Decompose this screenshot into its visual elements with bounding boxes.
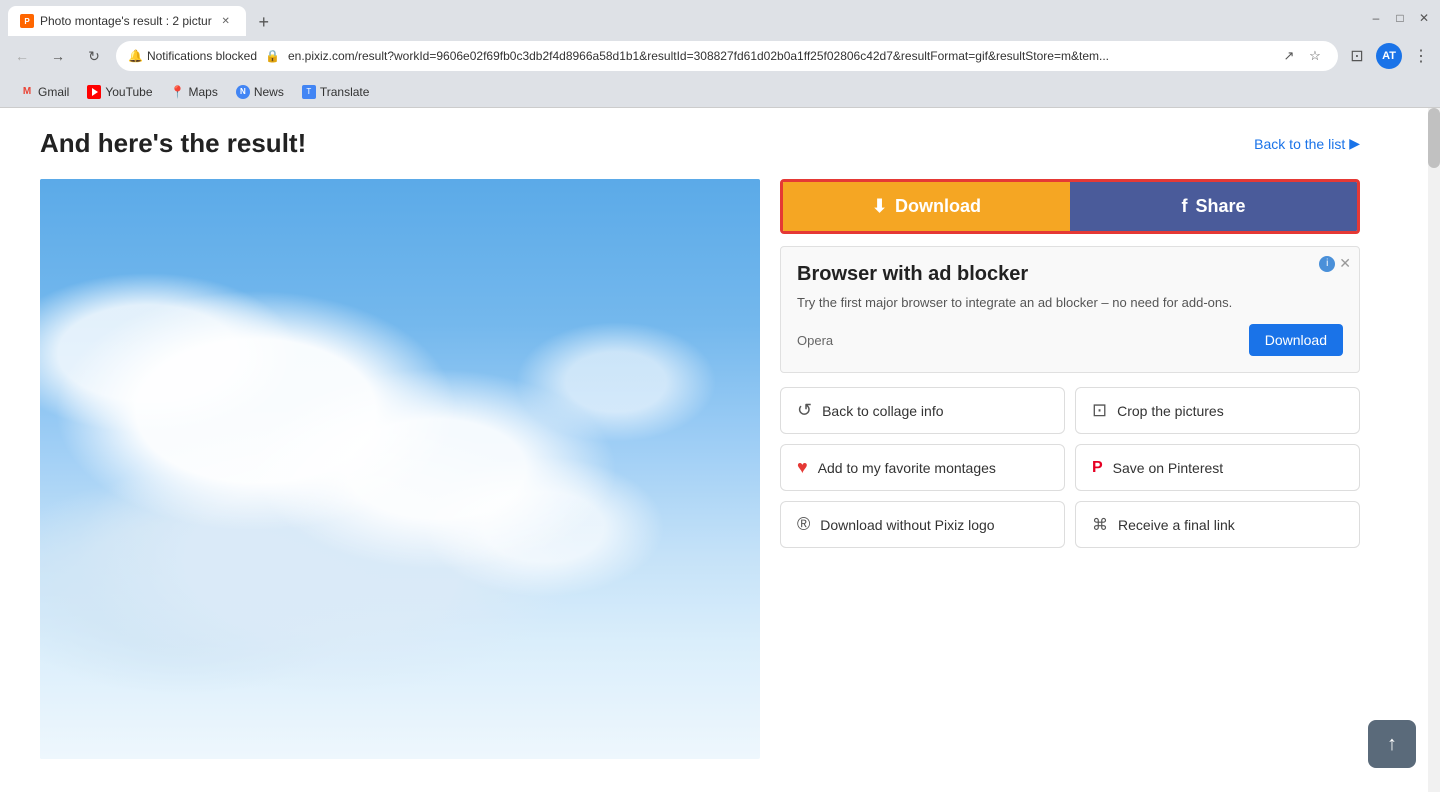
bookmark-youtube[interactable]: YouTube bbox=[79, 82, 160, 102]
bookmark-news[interactable]: N News bbox=[228, 82, 292, 102]
download-button[interactable]: ⬇ Download bbox=[783, 182, 1070, 231]
cloud-background bbox=[40, 179, 760, 759]
window-controls: – □ ✕ bbox=[1368, 10, 1432, 26]
result-image bbox=[40, 179, 760, 759]
lock-icon: 🔒 bbox=[265, 49, 280, 63]
maximize-button[interactable]: □ bbox=[1392, 10, 1408, 26]
profile-button[interactable]: AT bbox=[1376, 43, 1402, 69]
close-window-button[interactable]: ✕ bbox=[1416, 10, 1432, 26]
minimize-button[interactable]: – bbox=[1368, 10, 1384, 26]
page-content: And here's the result! Back to the list … bbox=[0, 108, 1440, 792]
ad-controls: i ✕ bbox=[1319, 255, 1351, 272]
translate-favicon: T bbox=[302, 85, 316, 99]
bell-icon: 🔔 bbox=[128, 49, 143, 63]
page-title: And here's the result! bbox=[40, 128, 306, 159]
tab-close-button[interactable]: ✕ bbox=[218, 13, 234, 29]
share-button[interactable]: f Share bbox=[1070, 182, 1357, 231]
share-label: Share bbox=[1195, 196, 1245, 217]
back-to-collage-label: Back to collage info bbox=[822, 403, 943, 419]
back-button[interactable]: ← bbox=[8, 42, 36, 70]
bookmark-translate[interactable]: T Translate bbox=[294, 82, 378, 102]
main-area: ⬇ Download f Share i ✕ Browser with ad b… bbox=[40, 179, 1360, 759]
back-to-top-icon: ↑ bbox=[1387, 733, 1397, 756]
advertisement-box: i ✕ Browser with ad blocker Try the firs… bbox=[780, 246, 1360, 373]
ad-info-button[interactable]: i bbox=[1319, 256, 1335, 272]
browser-menu-button[interactable]: ⋮ bbox=[1410, 45, 1432, 67]
back-to-list-text: Back to the list bbox=[1254, 136, 1345, 152]
back-to-top-button[interactable]: ↑ bbox=[1368, 720, 1416, 768]
page-inner: And here's the result! Back to the list … bbox=[0, 108, 1400, 779]
cast-button[interactable]: ⊡ bbox=[1346, 45, 1368, 67]
right-panel: ⬇ Download f Share i ✕ Browser with ad b… bbox=[780, 179, 1360, 759]
scrollbar-thumb[interactable] bbox=[1428, 108, 1440, 168]
favorite-montages-label: Add to my favorite montages bbox=[818, 460, 996, 476]
facebook-icon: f bbox=[1181, 196, 1187, 217]
final-link-label: Receive a final link bbox=[1118, 517, 1235, 533]
ad-title: Browser with ad blocker bbox=[797, 263, 1343, 286]
no-logo-label: Download without Pixiz logo bbox=[820, 517, 994, 533]
favorite-montages-button[interactable]: ♥ Add to my favorite montages bbox=[780, 444, 1065, 491]
bookmark-gmail[interactable]: M Gmail bbox=[12, 82, 77, 102]
back-collage-icon: ↺ bbox=[797, 400, 812, 421]
bookmark-translate-label: Translate bbox=[320, 85, 370, 99]
browser-chrome: P Photo montage's result : 2 pictur ✕ + … bbox=[0, 0, 1440, 108]
page-header: And here's the result! Back to the list … bbox=[40, 128, 1360, 159]
pinterest-label: Save on Pinterest bbox=[1113, 460, 1224, 476]
ad-cta-button[interactable]: Download bbox=[1249, 324, 1343, 356]
bookmarks-bar: M Gmail YouTube 📍 Maps N News T Translat… bbox=[0, 76, 1440, 108]
notifications-blocked-text: Notifications blocked bbox=[147, 49, 257, 63]
bookmark-news-label: News bbox=[254, 85, 284, 99]
youtube-favicon bbox=[87, 85, 101, 99]
crop-pictures-button[interactable]: ⊡ Crop the pictures bbox=[1075, 387, 1360, 434]
tab-title: Photo montage's result : 2 pictur bbox=[40, 14, 212, 28]
ad-close-button[interactable]: ✕ bbox=[1339, 255, 1351, 272]
address-bar[interactable]: 🔔 Notifications blocked 🔒 en.pixiz.com/r… bbox=[116, 41, 1338, 71]
registered-icon: ® bbox=[797, 514, 810, 535]
pinterest-button[interactable]: P Save on Pinterest bbox=[1075, 444, 1360, 491]
download-label: Download bbox=[895, 196, 981, 217]
bookmark-gmail-label: Gmail bbox=[38, 85, 69, 99]
share-url-button[interactable]: ↗ bbox=[1278, 45, 1300, 67]
address-bar-row: ← → ↻ 🔔 Notifications blocked 🔒 en.pixiz… bbox=[0, 36, 1440, 76]
bookmark-maps[interactable]: 📍 Maps bbox=[163, 82, 226, 102]
gmail-favicon: M bbox=[20, 85, 34, 99]
maps-favicon: 📍 bbox=[171, 85, 185, 99]
heart-icon: ♥ bbox=[797, 457, 808, 478]
notifications-blocked-indicator: 🔔 Notifications blocked bbox=[128, 49, 257, 63]
pinterest-icon: P bbox=[1092, 459, 1103, 477]
crop-icon: ⊡ bbox=[1092, 400, 1107, 421]
back-to-list-arrow: ▶ bbox=[1349, 135, 1360, 152]
extra-actions-grid: ↺ Back to collage info ⊡ Crop the pictur… bbox=[780, 387, 1360, 548]
ad-description: Try the first major browser to integrate… bbox=[797, 294, 1343, 312]
address-bar-actions: ↗ ☆ bbox=[1278, 45, 1326, 67]
title-bar: P Photo montage's result : 2 pictur ✕ + … bbox=[0, 0, 1440, 36]
image-area bbox=[40, 179, 760, 759]
download-icon: ⬇ bbox=[872, 196, 887, 217]
refresh-button[interactable]: ↻ bbox=[80, 42, 108, 70]
ad-brand: Opera bbox=[797, 333, 833, 348]
action-buttons-container: ⬇ Download f Share bbox=[780, 179, 1360, 234]
bookmark-maps-label: Maps bbox=[189, 85, 218, 99]
link-icon: ⌘ bbox=[1092, 515, 1108, 535]
ad-footer: Opera Download bbox=[797, 324, 1343, 356]
back-to-list-link[interactable]: Back to the list ▶ bbox=[1254, 135, 1360, 152]
news-favicon: N bbox=[236, 85, 250, 99]
bookmark-youtube-label: YouTube bbox=[105, 85, 152, 99]
back-to-collage-button[interactable]: ↺ Back to collage info bbox=[780, 387, 1065, 434]
tab-bar: P Photo montage's result : 2 pictur ✕ + bbox=[8, 0, 278, 36]
crop-pictures-label: Crop the pictures bbox=[1117, 403, 1224, 419]
final-link-button[interactable]: ⌘ Receive a final link bbox=[1075, 501, 1360, 548]
active-tab[interactable]: P Photo montage's result : 2 pictur ✕ bbox=[8, 6, 246, 36]
scrollbar[interactable] bbox=[1428, 108, 1440, 792]
forward-button[interactable]: → bbox=[44, 42, 72, 70]
url-text: en.pixiz.com/result?workId=9606e02f69fb0… bbox=[288, 49, 1270, 63]
tab-favicon: P bbox=[20, 14, 34, 28]
bookmark-button[interactable]: ☆ bbox=[1304, 45, 1326, 67]
no-logo-button[interactable]: ® Download without Pixiz logo bbox=[780, 501, 1065, 548]
new-tab-button[interactable]: + bbox=[250, 8, 278, 36]
